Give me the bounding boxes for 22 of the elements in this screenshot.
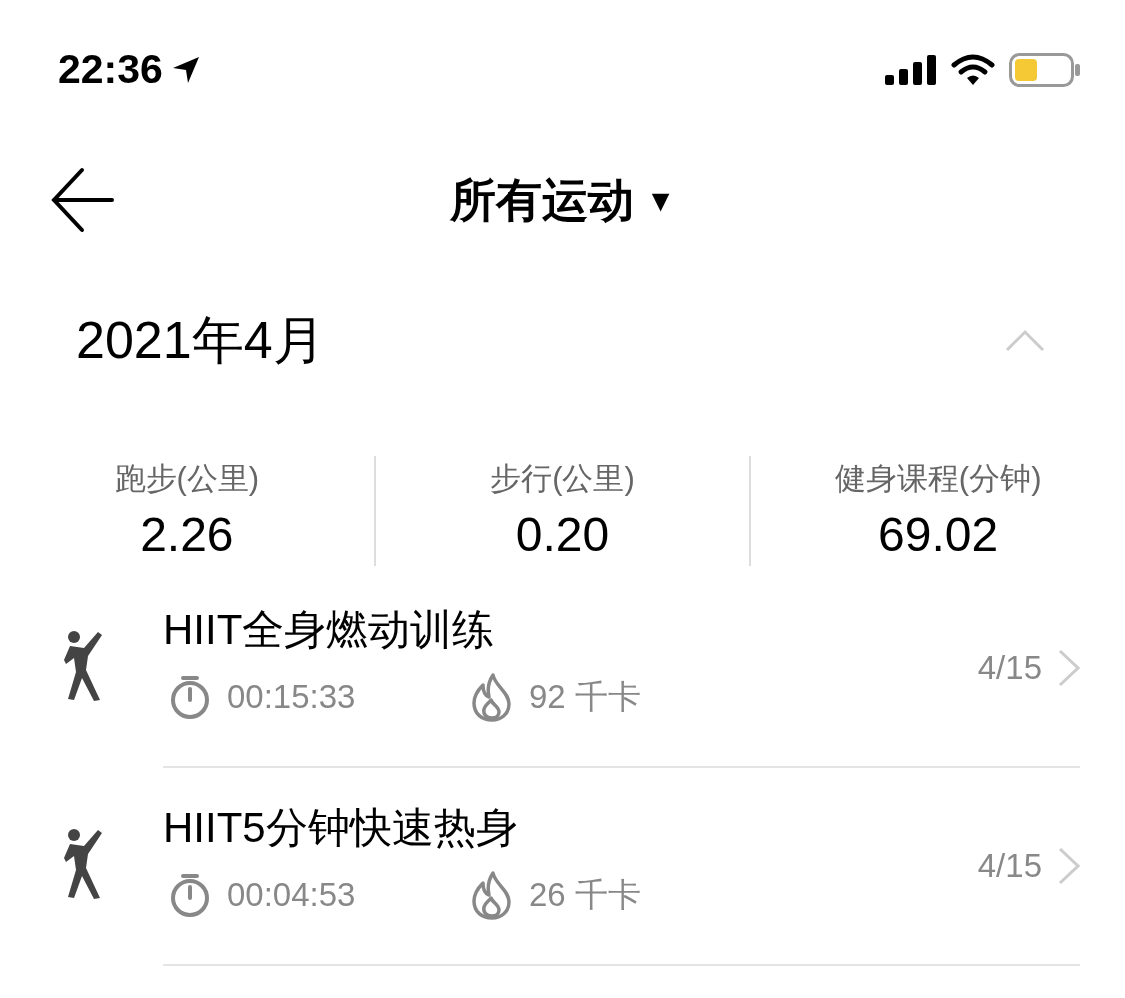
stat-value: 0.20 (515, 506, 610, 563)
signal-icon (885, 55, 937, 85)
stat-label: 健身课程(分钟) (834, 460, 1042, 498)
workout-date: 4/15 (977, 648, 1042, 689)
sport-filter-dropdown[interactable]: 所有运动 ▼ (449, 165, 676, 235)
workout-title: HIIT5分钟快速热身 (163, 803, 519, 853)
battery-icon (1009, 53, 1081, 87)
workout-title: HIIT全身燃动训练 (163, 605, 496, 655)
chevron-right-icon (1058, 847, 1080, 885)
wifi-icon (951, 54, 995, 86)
calories-text: 26 千卡 (529, 875, 641, 916)
chevron-right-icon (1058, 649, 1080, 687)
stat-value: 2.26 (140, 506, 234, 563)
stat-label: 步行(公里) (490, 460, 635, 498)
month-title: 2021年4月 (76, 310, 325, 371)
calories-text: 92 千卡 (529, 677, 641, 718)
stat-label: 跑步(公里) (114, 460, 260, 498)
duration-text: 00:15:33 (227, 677, 356, 718)
workout-date: 4/15 (977, 846, 1042, 887)
stat-value: 69.02 (878, 506, 999, 563)
clock-time: 22:36 (58, 45, 163, 95)
duration-text: 00:04:53 (227, 875, 356, 916)
